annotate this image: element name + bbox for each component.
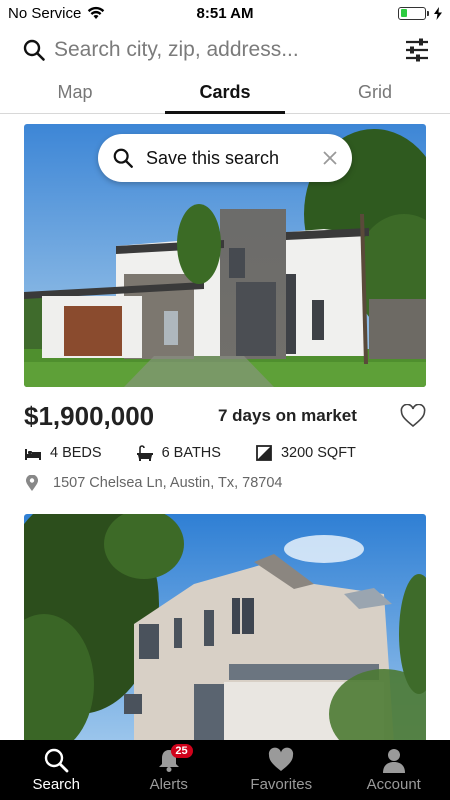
status-left: No Service (8, 5, 158, 22)
nav-account[interactable]: Account (338, 740, 450, 800)
listing-photo[interactable]: Save this search (24, 124, 426, 387)
search-icon (45, 748, 69, 773)
status-right (292, 6, 442, 20)
address-row: 1507 Chelsea Ln, Austin, Tx, 78704 (24, 473, 426, 493)
area-icon (256, 445, 272, 461)
beds-label: 4 BEDS (50, 445, 102, 461)
search-bar (0, 26, 450, 74)
location-pin-icon (26, 475, 38, 491)
listing-card[interactable] (24, 514, 426, 744)
carrier-label: No Service (8, 4, 82, 22)
status-bar: No Service 8:51 AM (0, 0, 450, 26)
close-icon[interactable] (322, 150, 338, 166)
heart-icon[interactable] (400, 404, 426, 428)
listing-address: 1507 Chelsea Ln, Austin, Tx, 78704 (53, 475, 283, 491)
nav-alerts[interactable]: 25 Alerts (113, 740, 226, 800)
house-photo-image (24, 514, 426, 744)
tab-grid[interactable]: Grid (300, 76, 450, 113)
save-search-label: Save this search (146, 147, 280, 168)
save-search-pill[interactable]: Save this search (98, 134, 352, 182)
nav-account-label: Account (366, 776, 421, 793)
tab-map[interactable]: Map (0, 76, 150, 113)
person-icon (382, 749, 405, 773)
tab-cards[interactable]: Cards (150, 76, 300, 114)
nav-favorites-label: Favorites (250, 776, 313, 793)
charging-icon (434, 6, 442, 20)
nav-alerts-label: Alerts (149, 776, 188, 793)
search-icon (113, 148, 133, 168)
search-input[interactable] (54, 38, 404, 62)
listing-photo[interactable] (24, 514, 426, 744)
bed-icon (25, 449, 41, 460)
listing-price: $1,900,000 (24, 400, 155, 431)
heart-icon (269, 747, 294, 771)
status-time: 8:51 AM (196, 4, 254, 22)
nav-search-label: Search (32, 776, 81, 793)
nav-search[interactable]: Search (0, 740, 113, 800)
listing-card[interactable]: Save this search $1,900,000 7 days on ma… (24, 124, 426, 493)
specs-row: 4 BEDS 6 BATHS 3200 SQFT (24, 443, 426, 463)
wifi-icon (88, 6, 105, 19)
view-tabs: Map Cards Grid (0, 76, 450, 114)
bottom-nav: Search 25 Alerts Favorites Account (0, 740, 450, 800)
baths-spec: 6 BATHS (136, 445, 221, 461)
price-row: $1,900,000 7 days on market (24, 401, 426, 431)
sqft-spec: 3200 SQFT (255, 445, 356, 461)
baths-label: 6 BATHS (161, 445, 221, 461)
battery-icon (398, 6, 429, 20)
beds-spec: 4 BEDS (24, 445, 102, 461)
nav-favorites[interactable]: Favorites (225, 740, 338, 800)
filter-icon[interactable] (404, 37, 430, 63)
days-on-market: 7 days on market (218, 406, 357, 425)
search-icon (23, 39, 45, 61)
sqft-label: 3200 SQFT (280, 445, 356, 461)
bathtub-icon (136, 445, 153, 461)
alerts-badge: 25 (170, 744, 193, 758)
